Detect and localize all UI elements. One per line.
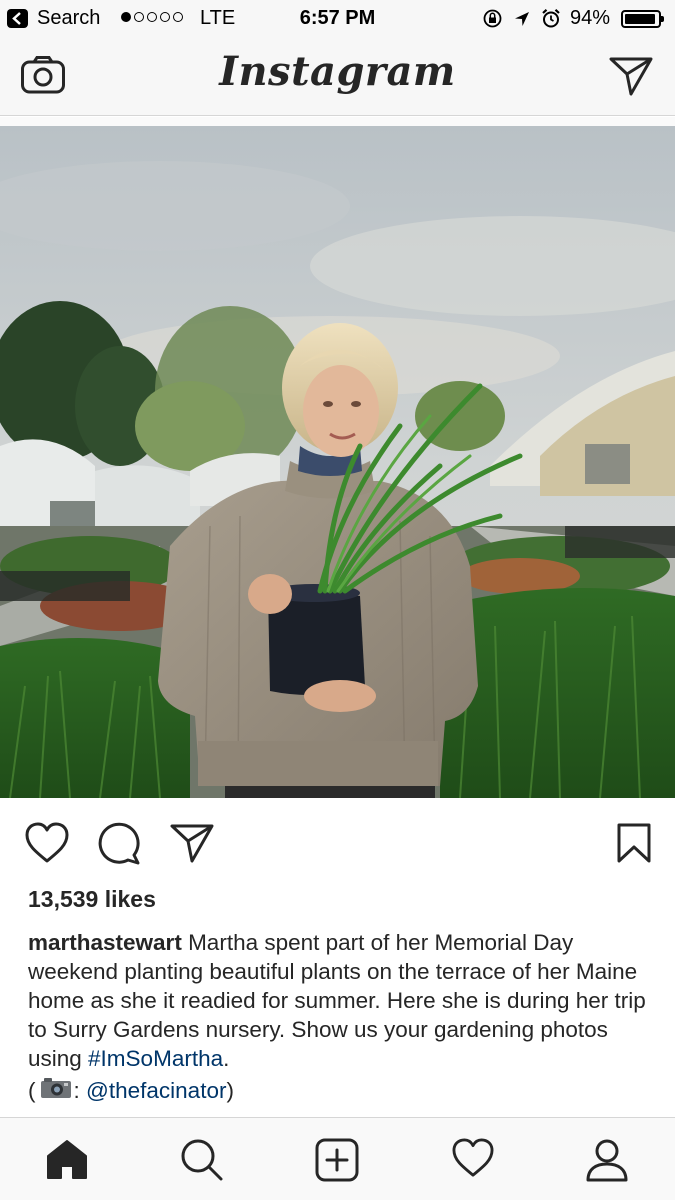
battery-percent: 94% <box>570 7 611 29</box>
credit-mention[interactable]: @thefacinator <box>86 1078 226 1104</box>
rotation-lock-icon <box>483 9 502 28</box>
post-username[interactable]: marthastewart <box>28 930 182 955</box>
bottom-tab-bar <box>0 1117 675 1200</box>
comment-icon[interactable] <box>97 822 141 871</box>
heart-icon[interactable] <box>24 822 70 869</box>
like-count[interactable]: 13,539 likes <box>28 886 156 913</box>
profile-icon[interactable] <box>586 1138 628 1187</box>
post-caption: marthastewart Martha spent part of her M… <box>28 928 653 1073</box>
activity-icon[interactable] <box>451 1138 495 1183</box>
photo-credit: ( : @thefacinator) <box>28 1077 234 1105</box>
post-action-bar <box>0 800 675 884</box>
location-arrow-icon <box>515 11 529 26</box>
battery-icon <box>621 10 664 28</box>
camera-emoji-icon <box>40 1077 72 1105</box>
alarm-icon <box>542 8 560 28</box>
direct-message-icon[interactable] <box>608 55 654 102</box>
instagram-logo: Instagram <box>219 48 456 95</box>
post-photo[interactable] <box>0 126 675 798</box>
search-icon[interactable] <box>180 1138 224 1187</box>
caption-end: . <box>223 1046 230 1071</box>
caption-hashtag[interactable]: #ImSoMartha <box>88 1046 223 1071</box>
status-bar: Search LTE 6:57 PM 94% <box>0 0 675 38</box>
feed-divider <box>0 117 675 126</box>
share-icon[interactable] <box>169 822 215 869</box>
new-post-icon[interactable] <box>315 1138 359 1187</box>
app-header: Instagram <box>0 38 675 116</box>
home-icon[interactable] <box>46 1138 88 1185</box>
bookmark-icon[interactable] <box>616 822 652 869</box>
